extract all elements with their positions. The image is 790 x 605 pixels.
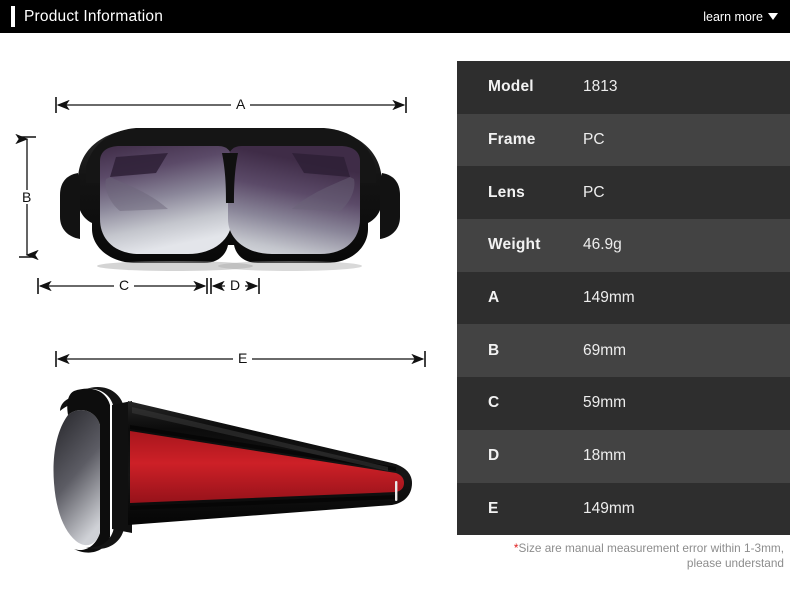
sunglasses-side-view bbox=[53, 387, 412, 553]
table-row: C 59mm bbox=[457, 377, 790, 430]
product-information-header: Product Information learn more bbox=[0, 0, 790, 33]
table-row: Frame PC bbox=[457, 113, 790, 167]
table-row: Lens PC bbox=[457, 166, 790, 220]
learn-more-button[interactable]: learn more bbox=[703, 0, 778, 33]
spec-value: 1813 bbox=[583, 78, 618, 96]
dimension-label-a: A bbox=[231, 97, 251, 111]
spec-label: Lens bbox=[488, 183, 525, 201]
disclaimer-line-1: Size are manual measurement error within… bbox=[518, 541, 784, 555]
header-accent-bar bbox=[11, 6, 15, 27]
spec-value: 46.9g bbox=[583, 236, 622, 254]
spec-value: 69mm bbox=[583, 341, 627, 359]
disclaimer-line-2: please understand bbox=[686, 556, 784, 570]
chevron-down-icon bbox=[768, 13, 778, 20]
spec-label: A bbox=[488, 289, 500, 307]
table-row: E 149mm bbox=[457, 482, 790, 536]
dimension-label-e: E bbox=[233, 351, 253, 365]
table-row: Weight 46.9g bbox=[457, 219, 790, 272]
sunglasses-diagram bbox=[15, 97, 426, 553]
spec-value: 59mm bbox=[583, 394, 627, 412]
page-title: Product Information bbox=[24, 7, 164, 25]
spec-label: Frame bbox=[488, 131, 536, 149]
spec-label: Weight bbox=[488, 236, 541, 254]
spec-label: Model bbox=[488, 78, 534, 96]
table-row: D 18mm bbox=[457, 429, 790, 483]
measurement-disclaimer: *Size are manual measurement error withi… bbox=[457, 541, 790, 571]
sunglasses-front-view bbox=[60, 128, 400, 271]
spec-value: PC bbox=[583, 131, 605, 149]
spec-value: 149mm bbox=[583, 499, 635, 517]
spec-label: B bbox=[488, 341, 500, 359]
spec-label: E bbox=[488, 499, 499, 517]
learn-more-label: learn more bbox=[703, 9, 763, 24]
spec-value: PC bbox=[583, 183, 605, 201]
table-row: Model 1813 bbox=[457, 61, 790, 114]
table-row: B 69mm bbox=[457, 324, 790, 378]
specification-table: Model 1813 Frame PC Lens PC Weight 46.9g… bbox=[457, 61, 790, 536]
spec-label: D bbox=[488, 447, 500, 465]
spec-value: 18mm bbox=[583, 447, 627, 465]
dimension-label-d: D bbox=[225, 278, 246, 292]
dimension-label-c: C bbox=[114, 278, 135, 292]
product-illustration-panel: A B C D E bbox=[0, 33, 455, 600]
spec-value: 149mm bbox=[583, 289, 635, 307]
dimension-label-b: B bbox=[17, 190, 37, 204]
spec-label: C bbox=[488, 394, 500, 412]
table-row: A 149mm bbox=[457, 271, 790, 325]
